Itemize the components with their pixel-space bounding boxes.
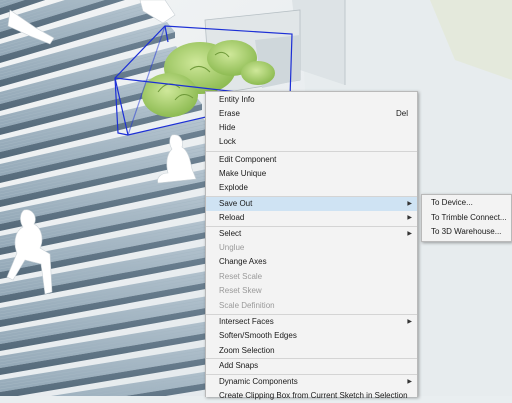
menu-item-save-out[interactable]: Save Out ▶: [206, 197, 417, 211]
menu-item-intersect-faces[interactable]: Intersect Faces ▶: [206, 315, 417, 329]
submenu-item-to-3d-warehouse[interactable]: To 3D Warehouse...: [422, 225, 511, 239]
submenu-item-to-device[interactable]: To Device...: [422, 196, 511, 210]
menu-item-reset-scale: Reset Scale: [219, 272, 263, 281]
menu-item-soften-smooth-edges[interactable]: Soften/Smooth Edges: [206, 329, 417, 343]
menu-item-change-axes[interactable]: Change Axes: [206, 255, 417, 269]
menu-item-create-clipping-box[interactable]: Create Clipping Box from Current Sketch …: [206, 389, 417, 403]
menu-item-explode[interactable]: Explode: [206, 181, 417, 195]
chevron-right-icon: ▶: [407, 231, 412, 237]
menu-item-edit-component[interactable]: Edit Component: [206, 153, 417, 167]
menu-item-entity-info[interactable]: Entity Info: [206, 93, 417, 107]
submenu-item-to-trimble-connect[interactable]: To Trimble Connect...: [422, 211, 511, 225]
menu-item-make-unique[interactable]: Make Unique: [206, 167, 417, 181]
menu-item-reload[interactable]: Reload ▶: [206, 211, 417, 225]
chevron-right-icon: ▶: [407, 215, 412, 221]
menu-item-hide[interactable]: Hide: [206, 121, 417, 135]
chevron-right-icon: ▶: [407, 319, 412, 325]
menu-item-add-snaps[interactable]: Add Snaps: [206, 359, 417, 373]
menu-item-select[interactable]: Select ▶: [206, 227, 417, 241]
menu-separator: [206, 151, 417, 152]
menu-item-scale-definition: Scale Definition: [219, 301, 275, 310]
menu-item-unglue: Unglue: [219, 243, 245, 252]
menu-item-reset-skew: Reset Skew: [219, 286, 262, 295]
chevron-right-icon: ▶: [407, 379, 412, 385]
menu-item-dynamic-components[interactable]: Dynamic Components ▶: [206, 375, 417, 389]
erase-shortcut: Del: [395, 109, 408, 118]
context-menu: Entity Info Erase Del Hide Lock Edit Comp…: [205, 91, 418, 400]
menu-item-zoom-selection[interactable]: Zoom Selection: [206, 344, 417, 358]
save-out-submenu: To Device... To Trimble Connect... To 3D…: [421, 194, 512, 242]
chevron-right-icon: ▶: [407, 201, 412, 207]
menu-item-erase[interactable]: Erase Del: [206, 107, 417, 121]
menu-item-lock[interactable]: Lock: [206, 135, 417, 149]
